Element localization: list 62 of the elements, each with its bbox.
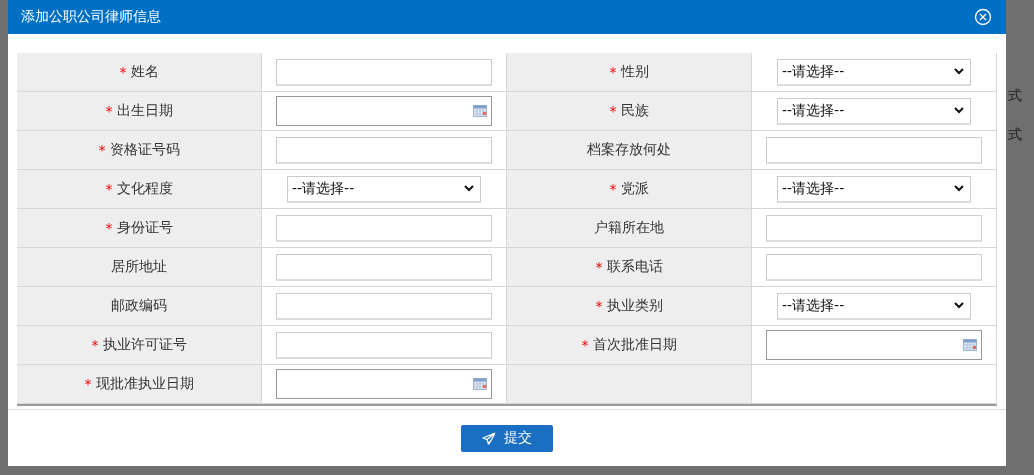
label-text: 身份证号 xyxy=(116,219,173,237)
date-field[interactable] xyxy=(766,330,982,360)
text-field[interactable] xyxy=(766,253,982,281)
label-text: 执业类别 xyxy=(606,297,663,315)
label-text: 首次批准日期 xyxy=(592,336,677,354)
select-dropdown[interactable]: --请选择-- xyxy=(777,292,971,320)
select-dropdown[interactable]: --请选择-- xyxy=(287,175,481,203)
label-text: 现批准执业日期 xyxy=(95,375,194,393)
required-mark: * xyxy=(98,142,106,158)
close-icon xyxy=(974,8,992,26)
text-field[interactable] xyxy=(276,214,492,242)
label-text: 执业许可证号 xyxy=(102,336,187,354)
text-field[interactable] xyxy=(766,136,982,164)
label-text: 户籍所在地 xyxy=(594,219,664,237)
background-text: 式 xyxy=(1008,126,1022,144)
label-text: 文化程度 xyxy=(116,180,173,198)
required-mark: * xyxy=(84,376,92,392)
required-mark: * xyxy=(609,64,617,80)
text-field[interactable] xyxy=(276,136,492,164)
text-field[interactable] xyxy=(766,214,982,242)
chevron-down-icon xyxy=(954,68,964,75)
select-dropdown[interactable]: --请选择-- xyxy=(777,175,971,203)
chevron-down-icon xyxy=(954,185,964,192)
date-field[interactable] xyxy=(276,96,492,126)
background-text: 式 xyxy=(1008,87,1022,105)
dialog-title: 添加公职公司律师信息 xyxy=(21,8,161,26)
required-mark: * xyxy=(119,64,127,80)
label-text: 资格证号码 xyxy=(109,141,180,159)
text-field[interactable] xyxy=(276,58,492,86)
required-mark: * xyxy=(609,103,617,119)
calendar-icon[interactable] xyxy=(963,339,977,351)
paper-plane-icon xyxy=(482,431,496,445)
label-text: 邮政编码 xyxy=(111,297,167,315)
calendar-icon[interactable] xyxy=(473,105,487,117)
label-text: 档案存放何处 xyxy=(587,141,671,159)
date-field[interactable] xyxy=(276,369,492,399)
label-text: 姓名 xyxy=(130,63,159,81)
submit-button[interactable]: 提交 xyxy=(461,424,553,452)
close-button[interactable] xyxy=(974,8,992,26)
calendar-icon[interactable] xyxy=(473,378,487,390)
text-field[interactable] xyxy=(276,331,492,359)
label-text: 居所地址 xyxy=(111,258,167,276)
chevron-down-icon xyxy=(464,185,474,192)
required-mark: * xyxy=(105,103,113,119)
chevron-down-icon xyxy=(954,302,964,309)
text-field[interactable] xyxy=(276,253,492,281)
select-dropdown[interactable]: --请选择-- xyxy=(777,97,971,125)
label-text: 党派 xyxy=(620,180,649,198)
label-text: 联系电话 xyxy=(606,258,663,276)
required-mark: * xyxy=(581,337,589,353)
label-text: 出生日期 xyxy=(116,102,173,120)
chevron-down-icon xyxy=(954,107,964,114)
text-field[interactable] xyxy=(276,292,492,320)
select-dropdown[interactable]: --请选择-- xyxy=(777,58,971,86)
required-mark: * xyxy=(105,220,113,236)
required-mark: * xyxy=(595,298,603,314)
required-mark: * xyxy=(91,337,99,353)
label-text: 性别 xyxy=(620,63,649,81)
required-mark: * xyxy=(609,181,617,197)
required-mark: * xyxy=(105,181,113,197)
required-mark: * xyxy=(595,259,603,275)
label-text: 民族 xyxy=(620,102,649,120)
